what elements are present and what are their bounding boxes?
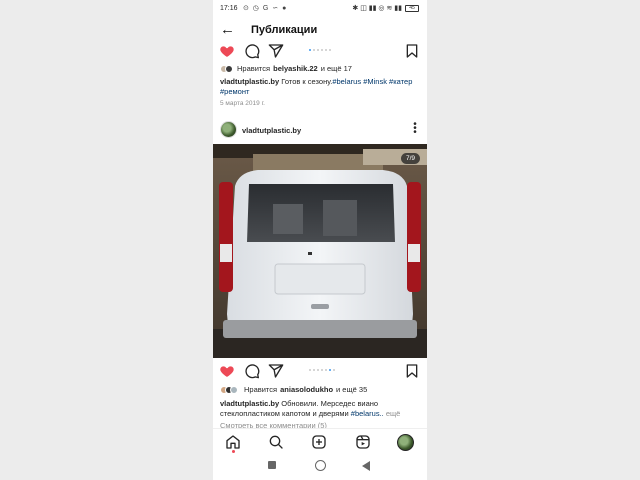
carousel-dots (309, 369, 335, 371)
post1-actions (213, 43, 427, 59)
post2-caption: vladtutplastic.by Обновили. Мерседес виа… (220, 399, 424, 419)
likes-user[interactable]: belyashik.22 (273, 64, 318, 73)
post2-header: vladtutplastic.by • • • (213, 119, 427, 141)
battery-icon: 45 (405, 4, 419, 12)
carousel-dot-active (329, 369, 331, 371)
carousel-dot (325, 369, 327, 371)
status-bar: 17:16 ⊙ ◷ G ∽ ● ✱ ◫ ▮▮ ◎ ≋ ▮▮ 45 (213, 0, 427, 18)
caption-username[interactable]: vladtutplastic.by (220, 399, 279, 408)
likes-rest: и ещё 35 (336, 385, 368, 394)
status-time: 17:16 (220, 5, 238, 12)
user-avatar[interactable] (220, 121, 237, 138)
van-photo (213, 144, 427, 358)
likes-rest: и ещё 17 (320, 64, 352, 73)
likes-label: Нравится (237, 64, 271, 73)
bottom-nav (213, 428, 427, 454)
back-arrow-icon[interactable]: ← (220, 22, 235, 38)
hashtag[interactable]: #ремонт (220, 87, 249, 96)
send-icon[interactable] (268, 363, 284, 379)
caption-text: Готов к сезону. (281, 77, 333, 86)
home-button-icon[interactable] (315, 460, 326, 471)
comment-icon[interactable] (244, 363, 260, 379)
hashtag[interactable]: #Minsk (363, 77, 387, 86)
post-username[interactable]: vladtutplastic.by (242, 126, 301, 135)
search-icon[interactable] (268, 434, 284, 450)
carousel-dot-active (309, 49, 311, 51)
send-icon[interactable] (268, 43, 284, 59)
photo-counter: 7/9 (400, 153, 420, 164)
home-icon[interactable] (225, 434, 241, 450)
page-title: Публикации (251, 24, 318, 36)
carousel-dot (317, 49, 319, 51)
liker-avatars (220, 385, 238, 394)
hashtag[interactable]: #belarus (332, 77, 361, 86)
notification-icons: ⊙ ◷ G ∽ ● (243, 5, 288, 12)
post-photo[interactable]: 7/9 (213, 144, 427, 358)
carousel-dot (317, 369, 319, 371)
bookmark-icon[interactable] (404, 43, 420, 59)
carousel-dot (321, 369, 323, 371)
hashtag[interactable]: #belarus.. (351, 409, 384, 418)
liker-avatar (225, 64, 233, 73)
heart-filled-icon[interactable] (219, 363, 235, 379)
carousel-dot (333, 369, 335, 371)
page-header: ← Публикации (213, 20, 427, 42)
more-link[interactable]: ещё (386, 409, 401, 418)
heart-filled-icon[interactable] (219, 43, 235, 59)
carousel-dot (329, 49, 331, 51)
back-triangle-icon[interactable] (362, 461, 371, 471)
reels-icon[interactable] (355, 434, 371, 450)
caption-username[interactable]: vladtutplastic.by (220, 77, 279, 86)
more-options-icon[interactable]: • • • (413, 120, 417, 138)
phone-screen: 17:16 ⊙ ◷ G ∽ ● ✱ ◫ ▮▮ ◎ ≋ ▮▮ 45 ← Публи… (213, 0, 427, 480)
system-nav-bar (213, 454, 427, 480)
carousel-dot (313, 49, 315, 51)
comment-icon[interactable] (244, 43, 260, 59)
carousel-dots (309, 49, 331, 51)
post1-likes[interactable]: Нравится belyashik.22 и ещё 17 (220, 64, 352, 73)
post1-date: 5 марта 2019 г. (220, 100, 265, 107)
hashtag[interactable]: #катер (389, 77, 412, 86)
carousel-dot (313, 369, 315, 371)
plus-square-icon[interactable] (311, 434, 327, 450)
system-status-icons: ✱ ◫ ▮▮ ◎ ≋ ▮▮ 45 (352, 4, 419, 12)
likes-user[interactable]: aniasolodukho (280, 385, 333, 394)
carousel-dot (325, 49, 327, 51)
likes-label: Нравится (244, 385, 278, 394)
bookmark-icon[interactable] (404, 363, 420, 379)
signal-wifi-icons: ✱ ◫ ▮▮ ◎ ≋ ▮▮ (352, 5, 402, 12)
liker-avatars (220, 64, 233, 73)
recent-apps-icon[interactable] (268, 461, 276, 469)
post2-actions (213, 363, 427, 379)
post2-likes[interactable]: Нравится aniasolodukho и ещё 35 (220, 385, 367, 394)
carousel-dot (321, 49, 323, 51)
liker-avatar (230, 385, 238, 394)
notification-dot (232, 450, 235, 453)
profile-avatar-icon[interactable] (397, 434, 414, 451)
post1-caption: vladtutplastic.by Готов к сезону.#belaru… (220, 77, 424, 97)
carousel-dot (309, 369, 311, 371)
